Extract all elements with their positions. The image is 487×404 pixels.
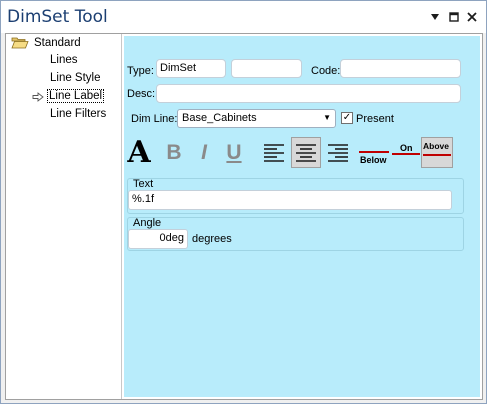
dim-line-select[interactable]: Base_Cabinets ▼ <box>177 109 336 128</box>
angle-field[interactable]: 0deg <box>128 229 188 249</box>
underline-icon[interactable]: U <box>220 138 248 168</box>
angle-units-label: degrees <box>192 233 232 245</box>
maximize-icon[interactable] <box>446 9 462 25</box>
dim-line-value: Base_Cabinets <box>182 112 257 124</box>
code-field[interactable] <box>340 59 461 78</box>
close-icon[interactable] <box>464 9 480 25</box>
tree-item-line-style[interactable]: Line Style <box>48 72 103 84</box>
dropdown-triangle-icon[interactable] <box>427 9 443 25</box>
present-label: Present <box>356 113 394 125</box>
type-label: Type: <box>127 65 154 77</box>
folder-open-icon <box>11 36 29 49</box>
italic-icon[interactable]: I <box>190 138 218 168</box>
tree-root-label: Standard <box>34 36 81 49</box>
chevron-down-icon: ▼ <box>323 113 331 122</box>
label-on-icon[interactable]: On <box>391 138 421 168</box>
dim-line-label: Dim Line: <box>131 113 178 125</box>
title-bar: DimSet Tool <box>1 1 486 33</box>
angle-group-title: Angle <box>133 217 162 229</box>
type-extra-field[interactable] <box>231 59 302 78</box>
tree-item-label: Line Label <box>47 89 105 103</box>
line-label-panel: Type: DimSet Code: Desc: Dim Line: Base_… <box>124 36 480 397</box>
tree-item-label: Line Style <box>50 72 101 84</box>
desc-label: Desc: <box>127 88 156 100</box>
dimset-tree: Standard Lines Line Style Line Label Lin… <box>6 34 122 399</box>
font-icon[interactable]: A <box>125 138 153 168</box>
tree-item-label: Line Filters <box>50 108 107 120</box>
code-label: Code: <box>311 65 341 77</box>
align-left-icon[interactable] <box>260 138 288 168</box>
type-field[interactable]: DimSet <box>156 59 226 78</box>
desc-field[interactable] <box>156 84 461 103</box>
tree-item-label: Lines <box>50 54 78 66</box>
present-checkbox[interactable]: ✓ <box>341 112 353 124</box>
window-title: DimSet Tool <box>7 7 108 27</box>
tree-item-line-filters[interactable]: Line Filters <box>48 108 108 120</box>
tree-item-lines[interactable]: Lines <box>48 54 80 66</box>
text-format-field[interactable]: %.1f <box>128 190 452 210</box>
tree-root-standard[interactable]: Standard <box>11 36 83 49</box>
bold-icon[interactable]: B <box>160 138 188 168</box>
align-center-icon[interactable] <box>291 137 321 168</box>
text-group-title: Text <box>133 178 154 190</box>
label-below-icon[interactable]: Below <box>358 138 390 168</box>
content-frame: Standard Lines Line Style Line Label Lin… <box>5 33 483 400</box>
tree-item-line-label[interactable]: Line Label <box>47 89 105 103</box>
dimset-tool-window: DimSet Tool Standard Lines Line Style Li… <box>0 0 487 404</box>
arrow-right-icon <box>32 92 44 105</box>
align-right-icon[interactable] <box>324 138 352 168</box>
label-above-icon[interactable]: Above <box>421 137 453 168</box>
